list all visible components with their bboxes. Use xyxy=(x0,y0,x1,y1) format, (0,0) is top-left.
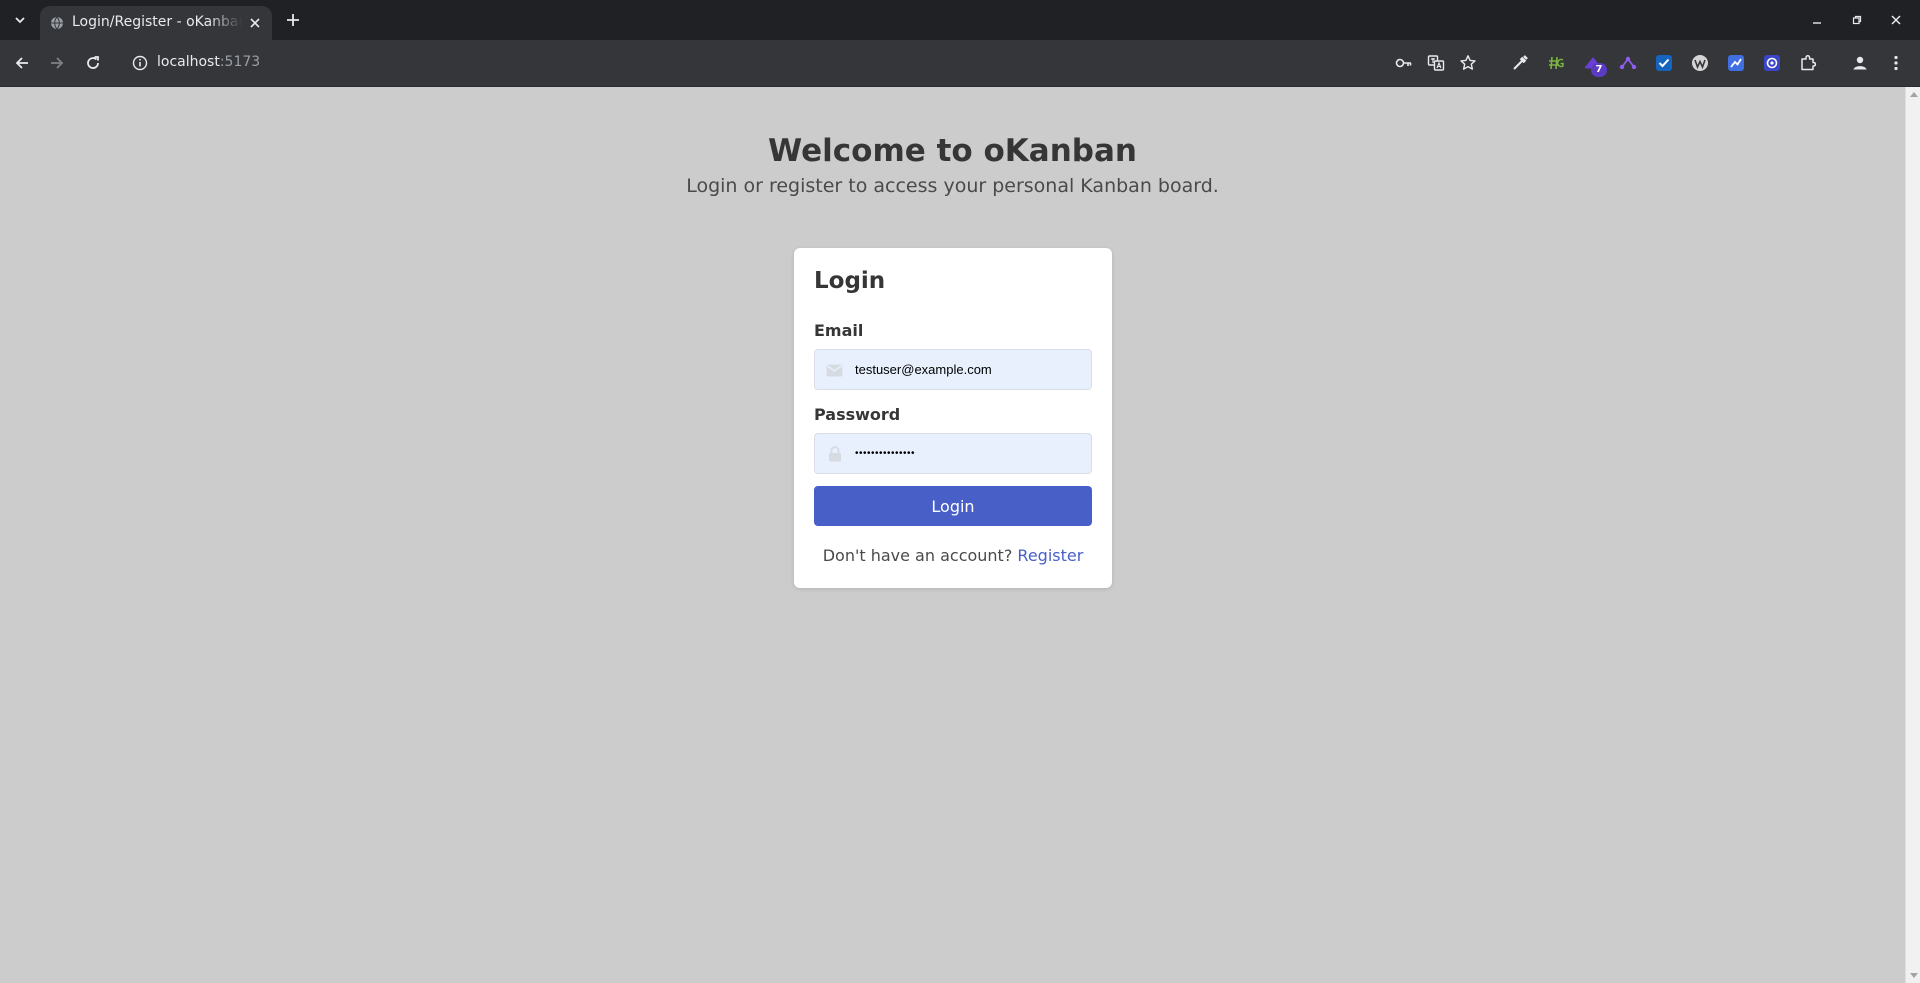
close-icon xyxy=(1891,15,1901,25)
page-subtitle: Login or register to access your persona… xyxy=(686,175,1219,197)
email-field xyxy=(814,349,1092,390)
arrow-left-icon xyxy=(15,57,28,69)
email-label: Email xyxy=(814,321,864,340)
address-bar[interactable]: localhost:5173 xyxy=(120,46,1484,80)
register-prompt-text: Don't have an account? xyxy=(822,546,1013,565)
login-title: Login xyxy=(814,268,886,294)
eyedropper-extension[interactable] xyxy=(1508,51,1532,75)
extensions-menu-button[interactable] xyxy=(1796,51,1820,75)
chevron-down-icon xyxy=(15,17,25,24)
login-button[interactable]: Login xyxy=(814,486,1092,526)
browser-tab-active[interactable]: Login/Register - oKanban xyxy=(40,6,272,40)
close-window-button[interactable] xyxy=(1884,8,1908,32)
chart-icon xyxy=(1728,55,1744,71)
password-field xyxy=(814,433,1092,474)
envelope-icon xyxy=(826,362,843,378)
password-input[interactable] xyxy=(855,434,1085,473)
close-icon xyxy=(250,18,260,28)
hashtag-extension[interactable] xyxy=(1544,51,1568,75)
lock-icon xyxy=(826,446,843,462)
url-port: :5173 xyxy=(219,54,261,70)
eyedropper-icon xyxy=(1513,55,1528,70)
password-label: Password xyxy=(814,405,901,424)
login-card: Login Email Password Login Don't have an… xyxy=(794,248,1112,588)
tab-search-button[interactable] xyxy=(8,8,32,32)
url-host: localhost xyxy=(157,54,220,70)
password-key-button[interactable] xyxy=(1394,53,1414,73)
site-info-button[interactable] xyxy=(130,53,150,73)
tab-close-button[interactable] xyxy=(246,14,264,32)
wappalyzer-icon xyxy=(1692,55,1708,71)
reload-button[interactable] xyxy=(81,51,105,75)
target-extension[interactable] xyxy=(1760,51,1784,75)
puzzle-icon xyxy=(1801,54,1817,71)
url-text: localhost:5173 xyxy=(157,54,260,70)
browser-toolbar: localhost:5173 7 xyxy=(0,40,1920,87)
browser-tab-strip: Login/Register - oKanban xyxy=(0,0,1920,40)
star-icon xyxy=(1460,55,1476,70)
plus-icon xyxy=(287,14,299,26)
globe-icon xyxy=(51,16,63,30)
more-vertical-icon xyxy=(1894,55,1898,71)
restore-icon xyxy=(1852,15,1862,25)
target-icon xyxy=(1764,55,1780,71)
chart-extension[interactable] xyxy=(1724,51,1748,75)
minimize-icon xyxy=(1813,22,1821,24)
checkmark-icon xyxy=(1656,55,1672,71)
page-title: Welcome to oKanban xyxy=(768,133,1137,169)
new-tab-button[interactable] xyxy=(281,8,305,32)
translate-icon xyxy=(1427,55,1445,71)
email-input[interactable] xyxy=(855,350,1085,389)
hashtag-icon xyxy=(1549,56,1564,70)
scroll-up-arrow-icon[interactable] xyxy=(1910,92,1918,97)
page-viewport: Welcome to oKanban Login or register to … xyxy=(0,87,1905,983)
browser-menu-button[interactable] xyxy=(1884,51,1908,75)
reload-icon xyxy=(87,56,99,69)
tab-title: Login/Register - oKanban xyxy=(72,14,242,30)
register-link[interactable]: Register xyxy=(1017,546,1083,565)
minimize-button[interactable] xyxy=(1805,8,1829,32)
network-extension[interactable] xyxy=(1616,51,1640,75)
bookmark-button[interactable] xyxy=(1458,53,1478,73)
wizard-extension[interactable]: 7 xyxy=(1581,51,1607,77)
restore-button[interactable] xyxy=(1845,8,1869,32)
back-button[interactable] xyxy=(10,51,34,75)
key-icon xyxy=(1395,58,1412,68)
forward-button[interactable] xyxy=(45,51,69,75)
network-icon xyxy=(1619,56,1637,70)
info-icon xyxy=(132,55,148,71)
profile-button[interactable] xyxy=(1848,51,1872,75)
arrow-right-icon xyxy=(51,57,64,69)
extension-badge: 7 xyxy=(1591,63,1607,77)
page-scrollbar[interactable] xyxy=(1905,87,1920,983)
wappalyzer-extension[interactable] xyxy=(1688,51,1712,75)
check-extension[interactable] xyxy=(1652,51,1676,75)
translate-button[interactable] xyxy=(1426,53,1446,73)
scroll-down-arrow-icon[interactable] xyxy=(1910,973,1918,978)
profile-icon xyxy=(1853,56,1867,70)
register-prompt: Don't have an account? Register xyxy=(794,546,1112,565)
